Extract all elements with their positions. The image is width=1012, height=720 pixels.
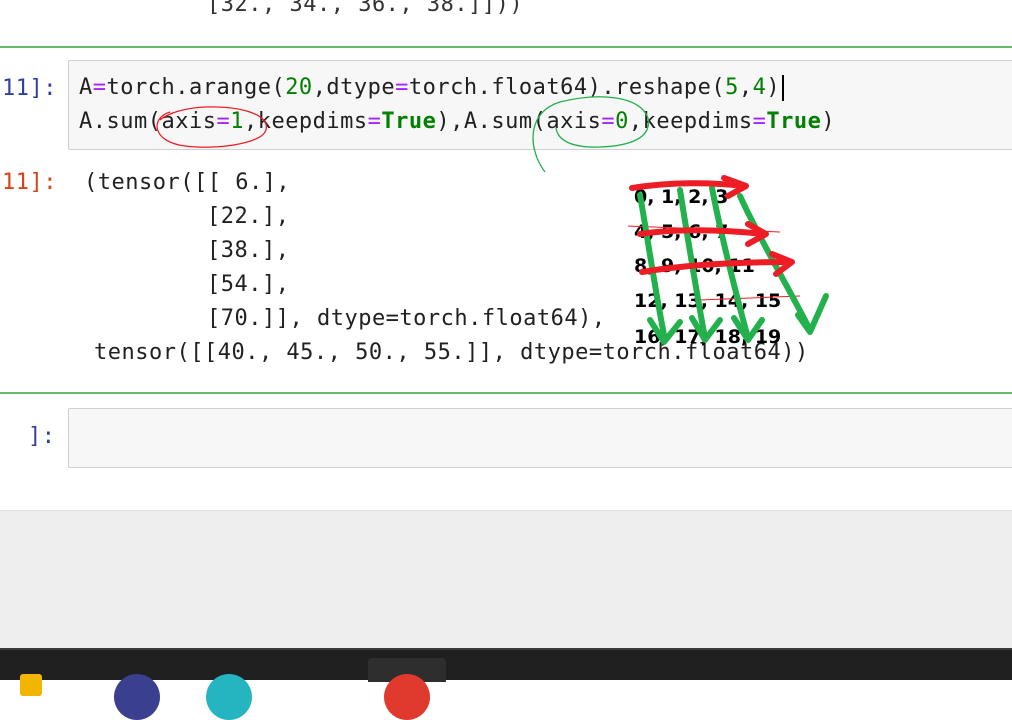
green-circle-annotation bbox=[532, 96, 650, 173]
chrome-icon[interactable] bbox=[384, 674, 430, 720]
browser-icon[interactable] bbox=[206, 674, 252, 720]
handwritten-annotations: 0, 1, 2, 3 4, 5, 6, 7 8, 9, 10, 11 12, 1… bbox=[156, 96, 829, 348]
red-circle-annotation bbox=[156, 106, 267, 148]
app-icon[interactable] bbox=[114, 674, 160, 720]
